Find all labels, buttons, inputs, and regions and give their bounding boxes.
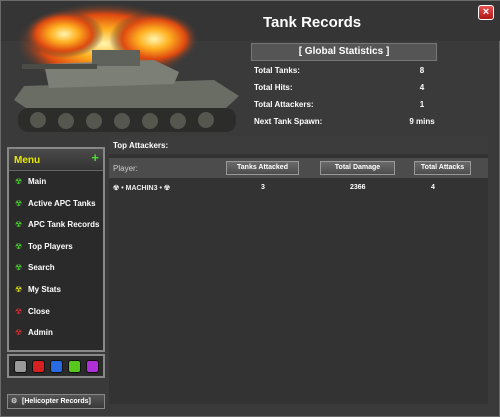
menu-item-close[interactable]: ☢ Close (9, 301, 103, 323)
menu-item-label: Close (28, 306, 50, 316)
stat-row-total-attackers: Total Attackers: 1 (251, 95, 437, 112)
menu-item-admin[interactable]: ☢ Admin (9, 322, 103, 344)
player-column-label: Player: (113, 164, 138, 173)
tank-records-window: Tank Records × [ Global Statistics ] Tot… (0, 0, 500, 417)
radiation-icon: ☢ (15, 263, 23, 273)
stat-value: 8 (419, 66, 425, 75)
menu-item-label: Top Players (28, 241, 73, 251)
menu-item-label: Search (28, 263, 55, 273)
radiation-icon: ☢ (15, 306, 23, 316)
menu-item-apc-tank-records[interactable]: ☢ APC Tank Records (9, 214, 103, 236)
stat-value: 1 (419, 100, 425, 109)
radiation-icon: ☢ (15, 328, 23, 338)
menu-item-search[interactable]: ☢ Search (9, 257, 103, 279)
stat-value: 4 (419, 83, 425, 92)
stat-row-total-hits: Total Hits: 4 (251, 78, 437, 95)
swatch-purple[interactable] (86, 360, 99, 373)
theme-color-selector (7, 354, 105, 378)
top-attackers-panel: Top Attackers: Player: Tanks Attacked To… (109, 136, 488, 404)
top-attackers-column-bar: Player: Tanks Attacked Total Damage Tota… (109, 158, 488, 178)
stat-label: Total Tanks: (254, 66, 300, 75)
tank-image (14, 4, 239, 132)
menu-item-label: My Stats (28, 284, 61, 294)
radiation-icon: ☢ (15, 220, 23, 230)
tanks-attacked-value: 3 (261, 184, 265, 191)
total-attacks-value: 4 (431, 184, 435, 191)
helicopter-records-label: [Helicopter Records] (22, 398, 91, 405)
stat-label: Total Attackers: (254, 100, 314, 109)
stat-row-total-tanks: Total Tanks: 8 (251, 61, 437, 78)
stat-label: Next Tank Spawn: (254, 117, 323, 126)
radiation-icon: ☢ (15, 198, 23, 208)
table-row: ☢ • MACHIN3 • ☢ 3 2366 4 (109, 178, 488, 196)
total-attacks-sort-button[interactable]: Total Attacks (414, 161, 471, 175)
global-statistics-header: [ Global Statistics ] (251, 43, 437, 61)
side-menu: Menu + ☢ Main ☢ Active APC Tanks ☢ APC T… (7, 147, 105, 352)
gear-icon: ⚙ (11, 398, 18, 405)
radiation-icon: ☢ (15, 177, 23, 186)
radiation-icon: ☢ (15, 284, 23, 294)
total-damage-value: 2366 (350, 184, 366, 191)
swatch-blue[interactable] (50, 360, 63, 373)
menu-item-label: Admin (28, 328, 53, 338)
stat-row-next-tank-spawn: Next Tank Spawn: 9 mins (251, 112, 437, 129)
global-statistics: [ Global Statistics ] Total Tanks: 8 Tot… (251, 43, 437, 129)
radiation-icon: ☢ (15, 241, 23, 251)
player-name: ☢ • MACHIN3 • ☢ (113, 185, 171, 192)
total-damage-sort-button[interactable]: Total Damage (320, 161, 395, 175)
menu-item-top-players[interactable]: ☢ Top Players (9, 236, 103, 258)
swatch-gray[interactable] (14, 360, 27, 373)
menu-item-main[interactable]: ☢ Main (9, 171, 103, 193)
menu-title: Menu (14, 155, 41, 166)
menu-item-label: APC Tank Records (28, 220, 100, 230)
page-title: Tank Records (263, 14, 362, 31)
menu-item-my-stats[interactable]: ☢ My Stats (9, 279, 103, 301)
top-attackers-header: Top Attackers: (109, 136, 488, 154)
plus-icon[interactable]: + (91, 150, 99, 165)
close-button[interactable]: × (478, 5, 494, 20)
swatch-green[interactable] (68, 360, 81, 373)
swatch-red[interactable] (32, 360, 45, 373)
stat-label: Total Hits: (254, 83, 293, 92)
helicopter-records-button[interactable]: ⚙ [Helicopter Records] (7, 394, 105, 409)
menu-header: Menu + (9, 149, 103, 171)
tanks-attacked-sort-button[interactable]: Tanks Attacked (226, 161, 299, 175)
menu-item-label: Main (28, 177, 47, 186)
stat-value: 9 mins (409, 117, 435, 126)
menu-item-label: Active APC Tanks (28, 198, 96, 208)
menu-item-active-apc-tanks[interactable]: ☢ Active APC Tanks (9, 193, 103, 215)
